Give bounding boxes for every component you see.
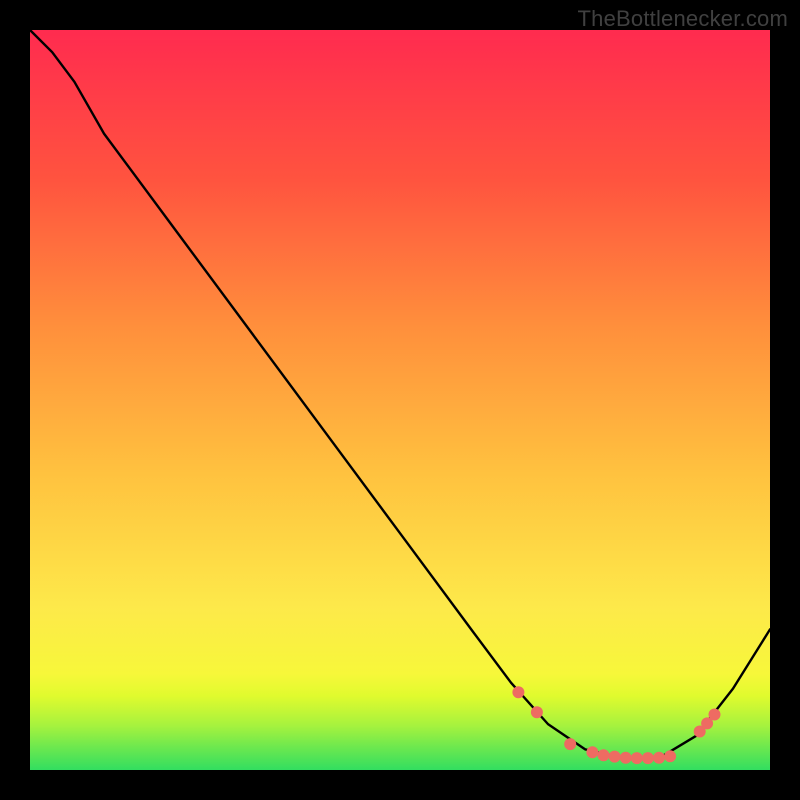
data-marker	[642, 752, 654, 764]
chart-container: TheBottlenecker.com	[0, 0, 800, 800]
watermark-label: TheBottlenecker.com	[578, 6, 788, 32]
data-marker	[664, 750, 676, 762]
chart-svg	[30, 30, 770, 770]
data-marker	[586, 746, 598, 758]
data-marker	[564, 738, 576, 750]
data-marker	[531, 706, 543, 718]
data-marker	[598, 749, 610, 761]
data-marker	[620, 752, 632, 764]
data-marker	[631, 752, 643, 764]
data-marker	[609, 751, 621, 763]
data-marker	[709, 709, 721, 721]
gradient-background	[30, 30, 770, 770]
data-marker	[512, 686, 524, 698]
plot-area	[30, 30, 770, 770]
data-marker	[653, 752, 665, 764]
